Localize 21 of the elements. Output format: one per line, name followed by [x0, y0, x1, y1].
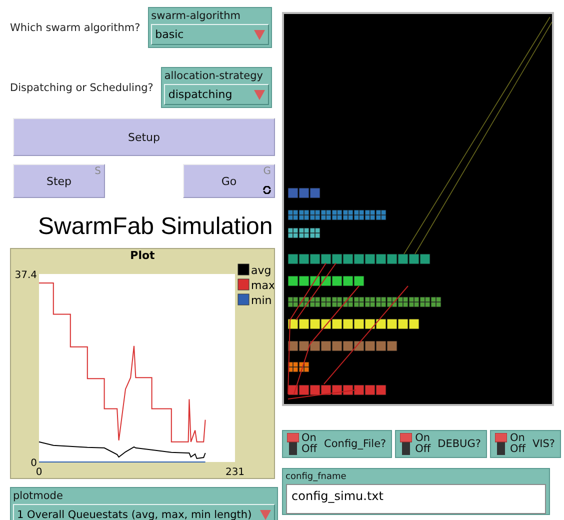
chooser-label: plotmode: [13, 489, 64, 504]
simulation-title: SwarmFab Simulation: [38, 212, 274, 242]
axis-label: 0: [30, 458, 37, 469]
chooser-prompt: Dispatching or Scheduling?: [10, 82, 154, 94]
button[interactable]: Go G: [183, 164, 275, 198]
axis-label: 37.4: [14, 270, 37, 281]
input-field[interactable]: config_simu.txt: [286, 484, 546, 514]
plot-title: Plot: [129, 249, 156, 262]
legend-label: min: [251, 294, 272, 307]
chooser-label: swarm-algorithm: [151, 9, 242, 24]
axis-label: 0: [36, 467, 42, 478]
legend-label: avg: [251, 264, 272, 277]
button[interactable]: Setup: [13, 118, 275, 156]
input-label: config_fname: [286, 471, 348, 484]
dropdown[interactable]: 1 Overall Queuestats (avg, max, min length): [13, 504, 275, 520]
dropdown[interactable]: basic: [151, 24, 269, 45]
dropdown[interactable]: dispatching: [164, 84, 269, 105]
button[interactable]: Step S: [13, 164, 105, 198]
chooser-label: allocation-strategy: [164, 69, 264, 84]
axis-label: 231: [225, 467, 245, 478]
chooser-prompt: Which swarm algorithm?: [10, 22, 140, 34]
